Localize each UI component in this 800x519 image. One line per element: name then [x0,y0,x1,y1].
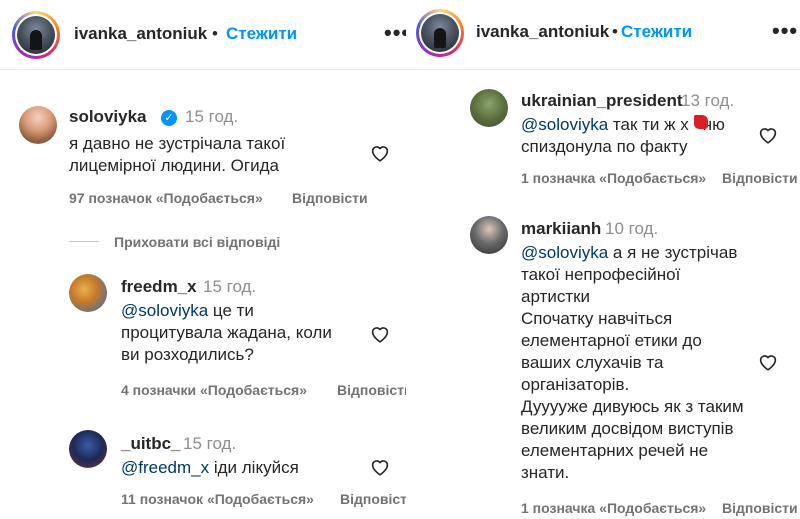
hide-replies-line [69,241,99,242]
commenter-username[interactable]: freedm_x [121,277,197,297]
commenter-avatar[interactable] [19,106,57,144]
left-comment-panel: ivanka_antoniuk • Стежити ••• soloviyka … [0,0,406,519]
comment-time[interactable]: 10 год. [605,219,658,239]
like-heart-icon[interactable] [370,144,390,162]
like-heart-icon[interactable] [758,353,778,371]
mention-link[interactable]: @soloviyka [521,243,608,262]
mention-link[interactable]: @freedm_x [121,458,209,477]
reply-button[interactable]: Відповісти [722,500,798,516]
likes-count[interactable]: 97 позначок «Подобається» [69,190,263,206]
right-comment-panel: ivanka_antoniuk • Стежити ••• ukrainian_… [406,0,800,519]
likes-count[interactable]: 11 позначок «Подобається» [121,491,314,507]
follow-button[interactable]: Стежити [226,24,297,44]
redaction-mark [694,115,708,129]
verified-badge-icon: ✓ [161,110,177,126]
commenter-username[interactable]: _uitbc_ [121,434,181,454]
comment-text: @freedm_x іди лікуйся [121,458,299,477]
reply-button[interactable]: Відповісти [722,170,798,186]
mention-link[interactable]: @soloviyka [121,301,208,320]
header-separator: • [212,24,218,43]
comment-time[interactable]: 13 год. [681,91,734,111]
mention-link[interactable]: @soloviyka [521,115,608,134]
comment-time[interactable]: 15 год. [203,277,256,297]
author-avatar[interactable] [12,11,60,59]
author-username[interactable]: ivanka_antoniuk [476,22,609,42]
post-header: ivanka_antoniuk • Стежити ••• [406,0,800,70]
commenter-avatar[interactable] [69,274,107,312]
reply-button[interactable]: Відповісти [337,382,406,398]
follow-button[interactable]: Стежити [621,22,692,42]
likes-count[interactable]: 1 позначка «Подобається» [521,500,706,516]
reply-button[interactable]: Відповісти [340,491,406,507]
commenter-username[interactable]: ukrainian_president [521,91,683,111]
likes-count[interactable]: 4 позначки «Подобається» [121,382,307,398]
comment-text: @soloviyka це ти процитувала жадана, кол… [121,301,332,364]
commenter-username[interactable]: markiianh [521,219,601,239]
header-separator: • [612,22,618,41]
comment-time[interactable]: 15 год. [185,107,238,127]
commenter-avatar[interactable] [470,216,508,254]
comment-time[interactable]: 15 год. [183,434,236,454]
commenter-username[interactable]: soloviyka [69,107,147,127]
like-heart-icon[interactable] [370,325,390,343]
post-header: ivanka_antoniuk • Стежити ••• [0,0,406,70]
comment-text: @soloviyka а я не зустрічав такої непроф… [521,243,744,482]
like-heart-icon[interactable] [758,126,778,144]
like-heart-icon[interactable] [370,458,390,476]
author-username[interactable]: ivanka_antoniuk [74,24,207,44]
comment-text: я давно не зустрічала такої лицемірної л… [69,134,286,175]
likes-count[interactable]: 1 позначка «Подобається» [521,170,706,186]
commenter-avatar[interactable] [470,89,508,127]
author-avatar[interactable] [416,9,464,57]
hide-replies-button[interactable]: Приховати всі відповіді [114,234,280,250]
reply-button[interactable]: Відповісти [292,190,368,206]
comment-text: @soloviyka так ти ж х ню спиздонула по фак… [521,115,725,156]
more-options-icon[interactable]: ••• [384,20,406,46]
commenter-avatar[interactable] [69,430,107,468]
more-options-icon[interactable]: ••• [772,18,798,44]
